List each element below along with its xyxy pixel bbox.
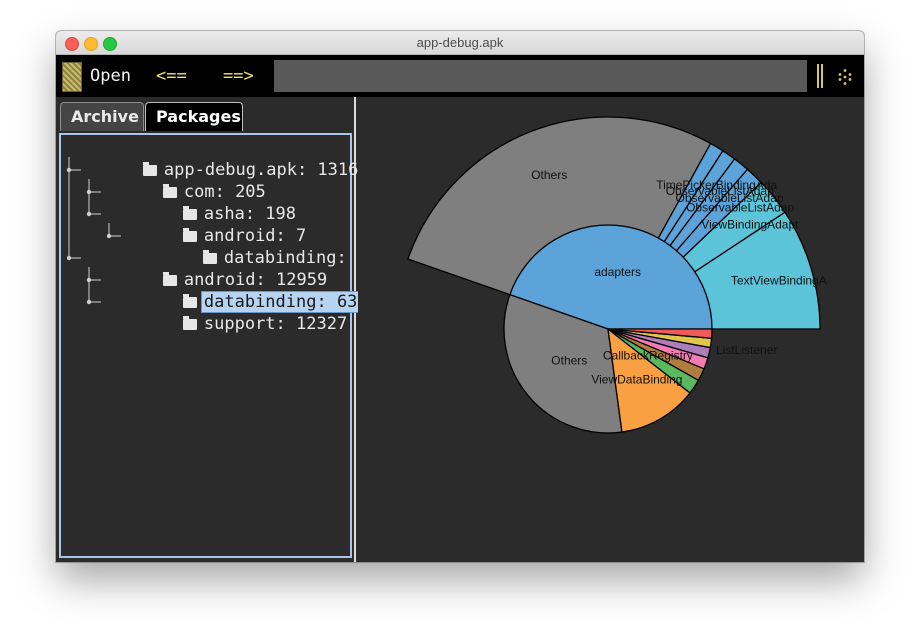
app-window: app-debug.apk Open <== ==> Archive Packa… [56,31,864,562]
chart-outer-label: TimePickerBindingAda [656,178,777,192]
chart-extra-label: ListListener [716,343,777,357]
chart-inner-label: Others [551,354,587,368]
search-input[interactable] [274,60,807,92]
apk-app-icon [62,62,82,92]
tab-packages[interactable]: Packages [145,102,243,131]
dots-menu-icon[interactable] [836,68,854,86]
forward-button[interactable]: ==> [223,66,254,86]
tab-archive[interactable]: Archive [60,102,144,131]
sunburst-chart[interactable]: TextViewBindingAViewBindingAdaptObservab… [358,97,864,562]
package-size-chart[interactable]: TextViewBindingA ViewBindingAdapt Observab… [358,97,864,562]
chart-outer-label: TextViewBindingA [731,274,827,288]
splitter-handle[interactable] [817,64,823,88]
tree-node[interactable]: databinding: 7 [121,225,369,268]
tree-node-handle [66,255,72,261]
folder-icon [182,316,197,330]
chart-inner-label: ViewDataBinding [591,372,682,386]
tree-node[interactable]: android: 12959 [81,247,329,290]
tree-node[interactable]: android: 7 [101,203,308,246]
open-button[interactable]: Open [90,66,131,86]
tree-node[interactable]: asha: 198 [101,181,298,224]
window-title: app-debug.apk [416,35,504,50]
chart-outer-label: ViewBindingAdapt [701,217,799,231]
toolbar: Open <== ==> [56,55,864,97]
chart-outer-label: Others [531,168,567,182]
left-pane: Archive Packages app-debug.apk: 13164 co… [56,97,371,562]
tree-node[interactable]: app-debug.apk: 13164 [61,137,371,180]
tree-node[interactable]: support: 12327 [101,291,349,334]
back-button[interactable]: <== [156,66,187,86]
tree-node-label: support: 12327 [203,314,348,334]
tree-node[interactable]: com: 205 [81,159,268,202]
tree-node-selected[interactable]: databinding: 632 [101,269,371,313]
chart-inner-label: CallbackRegistry [603,349,693,363]
chart-inner-label: adapters [594,265,641,279]
title-bar[interactable]: app-debug.apk [56,31,864,55]
package-tree[interactable]: app-debug.apk: 13164 com: 205 asha: 198 … [59,133,371,558]
